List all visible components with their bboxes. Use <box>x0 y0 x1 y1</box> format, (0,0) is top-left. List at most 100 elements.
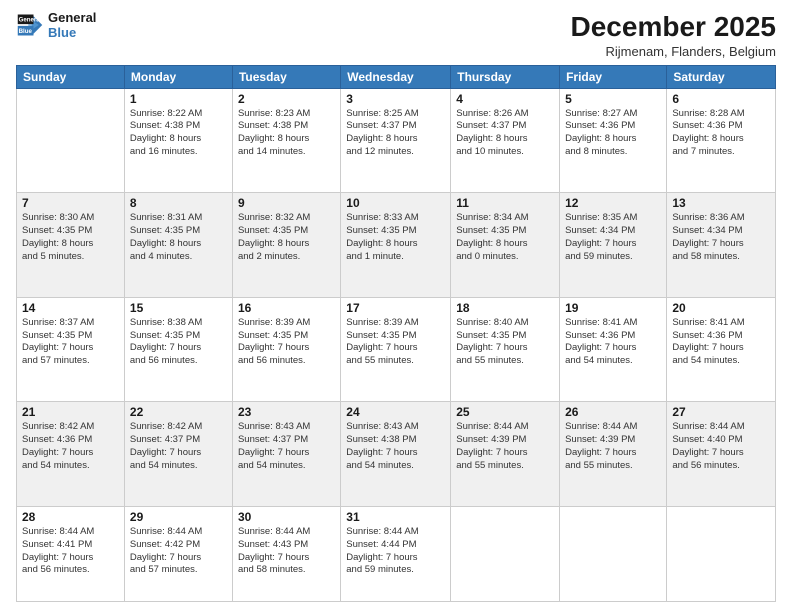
table-row: 2Sunrise: 8:23 AM Sunset: 4:38 PM Daylig… <box>232 88 340 193</box>
day-info: Sunrise: 8:42 AM Sunset: 4:37 PM Dayligh… <box>130 421 227 472</box>
table-row: 25 Sunrise: 8:44 AM Sunset: 4:39 PM Dayli… <box>451 402 560 507</box>
table-row: 27Sunrise: 8:44 AM Sunset: 4:40 PM Dayli… <box>667 402 776 507</box>
day-info: Sunrise: 8:43 AM Sunset: 4:37 PM Dayligh… <box>238 421 335 472</box>
table-row: 15 Sunrise: 8:38 AM Sunset: 4:35 PM Dayli… <box>124 297 232 402</box>
day-info: Sunrise: 8:37 AM Sunset: 4:35 PM Dayligh… <box>22 317 119 368</box>
day-number: 31 <box>346 510 445 524</box>
table-row: 5Sunrise: 8:27 AM Sunset: 4:36 PM Daylig… <box>560 88 667 193</box>
col-thursday: Thursday <box>451 65 560 88</box>
table-row: 11 Sunrise: 8:34 AM Sunset: 4:35 PM Dayli… <box>451 193 560 298</box>
day-number: 7 <box>22 196 119 210</box>
table-row <box>451 506 560 601</box>
day-number: 3 <box>346 92 445 106</box>
day-number: 12 <box>565 196 661 210</box>
calendar-table: Sunday Monday Tuesday Wednesday Thursday… <box>16 65 776 602</box>
svg-text:Blue: Blue <box>19 28 33 35</box>
table-row <box>560 506 667 601</box>
page: General Blue General Blue December 2025 … <box>0 0 792 612</box>
day-number: 28 <box>22 510 119 524</box>
table-row: 6 Sunrise: 8:28 AM Sunset: 4:36 PM Daylig… <box>667 88 776 193</box>
day-info: Sunrise: 8:25 AM Sunset: 4:37 PM Dayligh… <box>346 108 445 159</box>
day-number: 23 <box>238 405 335 419</box>
table-row: 21Sunrise: 8:42 AM Sunset: 4:36 PM Dayli… <box>17 402 125 507</box>
day-info: Sunrise: 8:44 AM Sunset: 4:42 PM Dayligh… <box>130 526 227 577</box>
location: Rijmenam, Flanders, Belgium <box>571 44 776 59</box>
title-block: December 2025 Rijmenam, Flanders, Belgiu… <box>571 10 776 59</box>
table-row: 26Sunrise: 8:44 AM Sunset: 4:39 PM Dayli… <box>560 402 667 507</box>
table-row: 10Sunrise: 8:33 AM Sunset: 4:35 PM Dayli… <box>341 193 451 298</box>
day-number: 15 <box>130 301 227 315</box>
table-row: 7 Sunrise: 8:30 AM Sunset: 4:35 PM Daylig… <box>17 193 125 298</box>
day-number: 17 <box>346 301 445 315</box>
day-number: 1 <box>130 92 227 106</box>
day-info: Sunrise: 8:39 AM Sunset: 4:35 PM Dayligh… <box>238 317 335 368</box>
day-info: Sunrise: 8:38 AM Sunset: 4:35 PM Dayligh… <box>130 317 227 368</box>
table-row: 20 Sunrise: 8:41 AM Sunset: 4:36 PM Dayli… <box>667 297 776 402</box>
day-number: 11 <box>456 196 554 210</box>
day-number: 8 <box>130 196 227 210</box>
day-info: Sunrise: 8:41 AM Sunset: 4:36 PM Dayligh… <box>565 317 661 368</box>
day-info: Sunrise: 8:28 AM Sunset: 4:36 PM Dayligh… <box>672 108 770 159</box>
col-wednesday: Wednesday <box>341 65 451 88</box>
day-info: Sunrise: 8:42 AM Sunset: 4:36 PM Dayligh… <box>22 421 119 472</box>
day-number: 10 <box>346 196 445 210</box>
day-info: Sunrise: 8:39 AM Sunset: 4:35 PM Dayligh… <box>346 317 445 368</box>
day-number: 16 <box>238 301 335 315</box>
table-row: 14 Sunrise: 8:37 AM Sunset: 4:35 PM Dayli… <box>17 297 125 402</box>
col-saturday: Saturday <box>667 65 776 88</box>
calendar-week-row: 21Sunrise: 8:42 AM Sunset: 4:36 PM Dayli… <box>17 402 776 507</box>
day-number: 27 <box>672 405 770 419</box>
day-info: Sunrise: 8:32 AM Sunset: 4:35 PM Dayligh… <box>238 212 335 263</box>
day-number: 6 <box>672 92 770 106</box>
day-info: Sunrise: 8:41 AM Sunset: 4:36 PM Dayligh… <box>672 317 770 368</box>
day-info: Sunrise: 8:43 AM Sunset: 4:38 PM Dayligh… <box>346 421 445 472</box>
day-info: Sunrise: 8:35 AM Sunset: 4:34 PM Dayligh… <box>565 212 661 263</box>
calendar-header-row: Sunday Monday Tuesday Wednesday Thursday… <box>17 65 776 88</box>
col-sunday: Sunday <box>17 65 125 88</box>
day-number: 2 <box>238 92 335 106</box>
day-info: Sunrise: 8:34 AM Sunset: 4:35 PM Dayligh… <box>456 212 554 263</box>
day-number: 19 <box>565 301 661 315</box>
table-row: 12 Sunrise: 8:35 AM Sunset: 4:34 PM Dayli… <box>560 193 667 298</box>
day-info: Sunrise: 8:40 AM Sunset: 4:35 PM Dayligh… <box>456 317 554 368</box>
col-monday: Monday <box>124 65 232 88</box>
table-row: 28Sunrise: 8:44 AM Sunset: 4:41 PM Dayli… <box>17 506 125 601</box>
day-info: Sunrise: 8:44 AM Sunset: 4:43 PM Dayligh… <box>238 526 335 577</box>
logo-text: General Blue <box>48 10 96 40</box>
day-number: 14 <box>22 301 119 315</box>
day-info: Sunrise: 8:22 AM Sunset: 4:38 PM Dayligh… <box>130 108 227 159</box>
day-info: Sunrise: 8:30 AM Sunset: 4:35 PM Dayligh… <box>22 212 119 263</box>
day-info: Sunrise: 8:44 AM Sunset: 4:39 PM Dayligh… <box>456 421 554 472</box>
table-row: 17 Sunrise: 8:39 AM Sunset: 4:35 PM Dayli… <box>341 297 451 402</box>
calendar-week-row: 14 Sunrise: 8:37 AM Sunset: 4:35 PM Dayli… <box>17 297 776 402</box>
calendar-week-row: 1 Sunrise: 8:22 AM Sunset: 4:38 PM Daylig… <box>17 88 776 193</box>
day-info: Sunrise: 8:31 AM Sunset: 4:35 PM Dayligh… <box>130 212 227 263</box>
day-info: Sunrise: 8:36 AM Sunset: 4:34 PM Dayligh… <box>672 212 770 263</box>
col-friday: Friday <box>560 65 667 88</box>
table-row: 18 Sunrise: 8:40 AM Sunset: 4:35 PM Dayli… <box>451 297 560 402</box>
table-row: 22 Sunrise: 8:42 AM Sunset: 4:37 PM Dayli… <box>124 402 232 507</box>
table-row: 31Sunrise: 8:44 AM Sunset: 4:44 PM Dayli… <box>341 506 451 601</box>
day-number: 4 <box>456 92 554 106</box>
table-row <box>667 506 776 601</box>
table-row: 24Sunrise: 8:43 AM Sunset: 4:38 PM Dayli… <box>341 402 451 507</box>
table-row: 19 Sunrise: 8:41 AM Sunset: 4:36 PM Dayli… <box>560 297 667 402</box>
day-number: 22 <box>130 405 227 419</box>
month-title: December 2025 <box>571 10 776 44</box>
logo: General Blue General Blue <box>16 10 96 40</box>
table-row: 3 Sunrise: 8:25 AM Sunset: 4:37 PM Daylig… <box>341 88 451 193</box>
day-number: 25 <box>456 405 554 419</box>
table-row: 23 Sunrise: 8:43 AM Sunset: 4:37 PM Dayli… <box>232 402 340 507</box>
logo-icon: General Blue <box>16 11 44 39</box>
day-number: 20 <box>672 301 770 315</box>
day-number: 13 <box>672 196 770 210</box>
day-number: 26 <box>565 405 661 419</box>
table-row <box>17 88 125 193</box>
table-row: 1 Sunrise: 8:22 AM Sunset: 4:38 PM Daylig… <box>124 88 232 193</box>
day-number: 18 <box>456 301 554 315</box>
day-info: Sunrise: 8:26 AM Sunset: 4:37 PM Dayligh… <box>456 108 554 159</box>
calendar-week-row: 28Sunrise: 8:44 AM Sunset: 4:41 PM Dayli… <box>17 506 776 601</box>
table-row: 16 Sunrise: 8:39 AM Sunset: 4:35 PM Dayli… <box>232 297 340 402</box>
svg-text:General: General <box>19 17 42 24</box>
table-row: 8 Sunrise: 8:31 AM Sunset: 4:35 PM Daylig… <box>124 193 232 298</box>
